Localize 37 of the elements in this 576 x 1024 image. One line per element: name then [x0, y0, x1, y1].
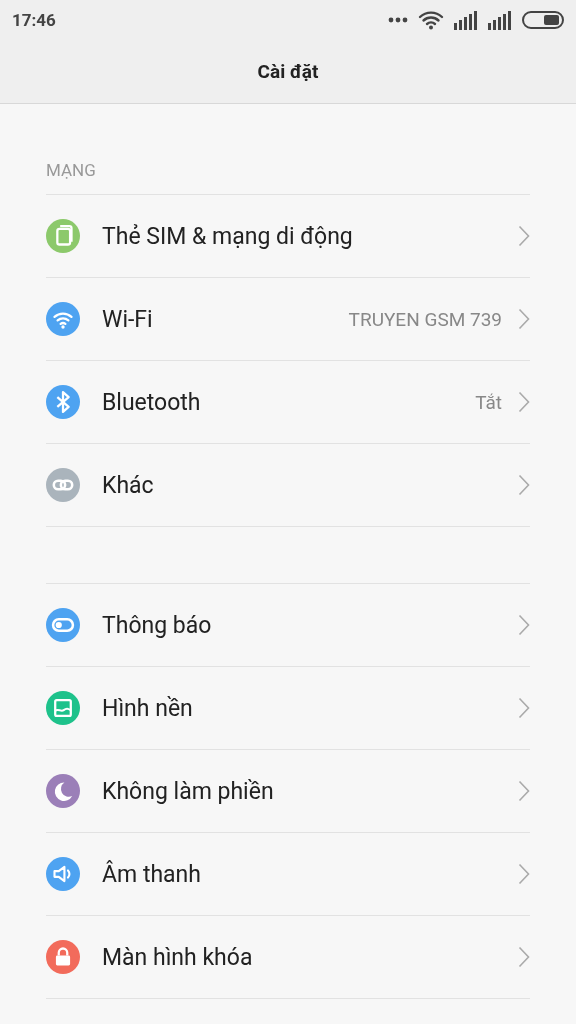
chevron-icon — [518, 474, 530, 496]
wifi-icon — [418, 10, 444, 30]
item-value: Tắt — [475, 390, 502, 414]
item-label: Thông báo — [102, 611, 213, 639]
item-label: Hình nền — [102, 694, 194, 722]
item-label: Wi-Fi — [102, 305, 154, 333]
item-label: Khác — [102, 471, 155, 499]
item-label: Thẻ SIM & mạng di động — [102, 222, 354, 250]
chevron-icon — [518, 697, 530, 719]
signal-icon — [454, 10, 478, 30]
item-label: Màn hình khóa — [102, 943, 254, 971]
chevron-icon — [518, 946, 530, 968]
item-value: TRUYEN GSM 739 — [348, 307, 502, 331]
settings-item[interactable]: Không làm phiền — [46, 750, 530, 833]
chevron-icon — [518, 391, 530, 413]
screen-title: Cài đặt — [257, 60, 319, 83]
settings-item[interactable]: Âm thanh — [46, 833, 530, 916]
section-label: MẠNG — [46, 160, 97, 182]
item-label: Âm thanh — [102, 860, 202, 888]
settings-item[interactable]: Bluetooth Tắt — [46, 361, 530, 444]
chevron-icon — [518, 780, 530, 802]
settings-item[interactable]: Thông báo — [46, 584, 530, 667]
chevron-icon — [518, 225, 530, 247]
settings-item[interactable]: Khác — [46, 444, 530, 527]
more-icon — [388, 17, 408, 23]
settings-item[interactable]: Hình nền — [46, 667, 530, 750]
signal-icon — [488, 10, 512, 30]
status-time: 17:46 — [12, 10, 57, 30]
item-label: Không làm phiền — [102, 777, 275, 805]
chevron-icon — [518, 614, 530, 636]
chevron-icon — [518, 863, 530, 885]
battery-icon — [522, 10, 564, 30]
item-label: Bluetooth — [102, 388, 202, 416]
settings-item[interactable]: Màn hình khóa — [46, 916, 530, 999]
settings-item[interactable]: Wi-Fi TRUYEN GSM 739 — [46, 278, 530, 361]
settings-item[interactable]: Thẻ SIM & mạng di động — [46, 195, 530, 278]
chevron-icon — [518, 308, 530, 330]
